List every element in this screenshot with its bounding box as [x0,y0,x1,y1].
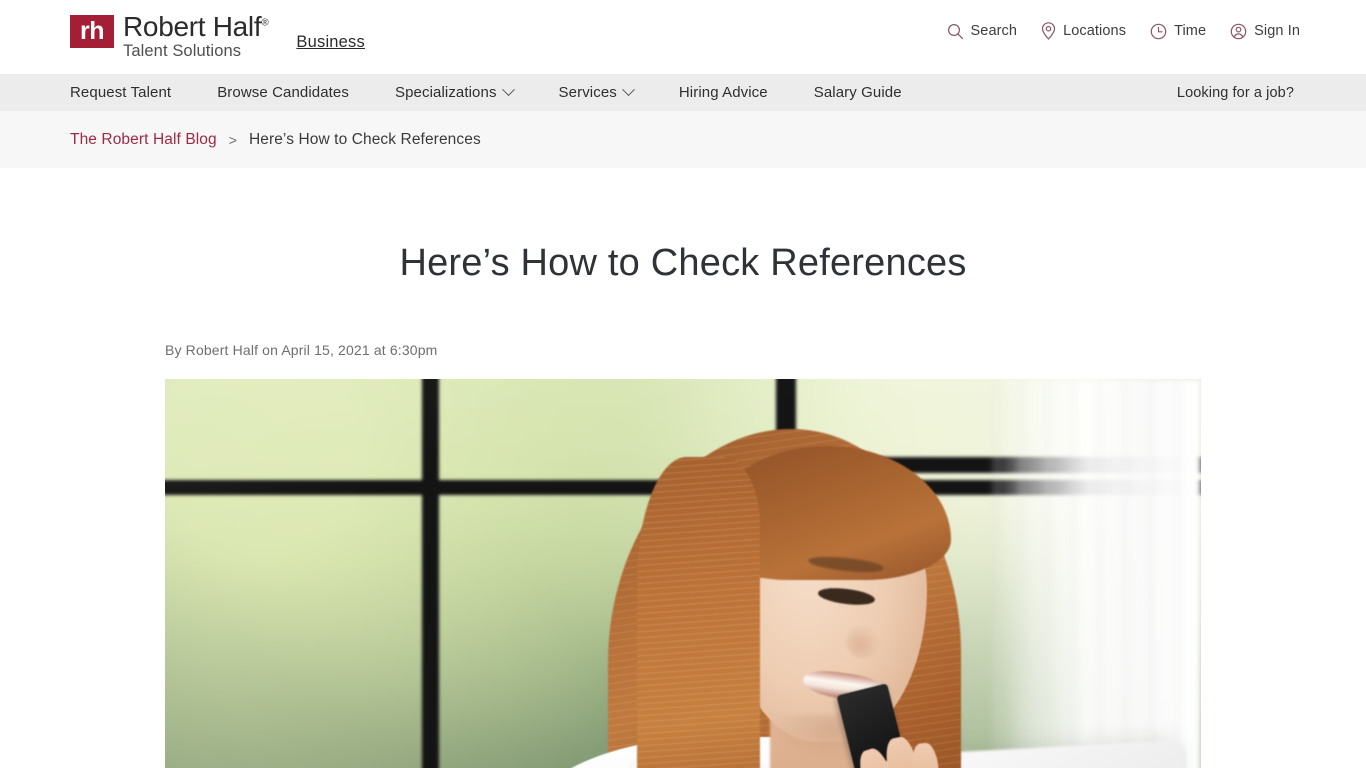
site-header: rh Robert Half® Talent Solutions Busines… [0,0,1366,74]
robert-half-logo[interactable]: rh Robert Half® Talent Solutions [70,10,269,62]
clock-icon [1150,23,1167,40]
logo-primary-text: Robert Half® [123,10,269,42]
breadcrumb-separator-icon: > [228,131,237,148]
article-byline: By Robert Half on April 15, 2021 at 6:30… [165,341,438,358]
search-icon [947,23,964,40]
nav-item-salary-guide[interactable]: Salary Guide [814,84,924,101]
user-circle-icon [1230,23,1247,40]
utility-link-time[interactable]: Time [1150,23,1206,40]
segment-link-business[interactable]: Business [296,33,365,52]
utility-label-sign-in: Sign In [1254,23,1300,39]
rh-logo-mark: rh [70,14,114,48]
nav-label-services: Services [558,84,617,101]
window-frame-vertical-left [421,378,439,768]
utility-link-locations[interactable]: Locations [1041,22,1126,40]
person-figure [512,379,1056,768]
nav-item-services[interactable]: Services [558,83,655,101]
logo-wordmark: Robert Half® Talent Solutions [123,10,269,62]
utility-nav: Search Locations Time Sign In [947,22,1300,40]
nav-label-browse-candidates: Browse Candidates [217,84,349,101]
breadcrumb-current-page: Here’s How to Check References [248,130,481,148]
utility-label-time: Time [1174,23,1207,39]
nav-label-salary-guide: Salary Guide [813,84,902,101]
breadcrumb: The Robert Half Blog > Here’s How to Che… [0,111,1366,168]
utility-link-search[interactable]: Search [947,23,1018,40]
utility-label-search: Search [970,23,1018,39]
nav-item-hiring-advice[interactable]: Hiring Advice [679,84,790,101]
main-navigation: Request Talent Browse Candidates Special… [0,74,1366,111]
nav-item-request-talent[interactable]: Request Talent [70,84,193,101]
page-title: Here’s How to Check References [399,242,967,284]
hero-photo-canvas [165,378,1201,768]
nav-label-hiring-advice: Hiring Advice [678,84,768,101]
article-hero-image [165,378,1201,768]
registered-trademark-icon: ® [261,17,269,29]
nav-item-specializations[interactable]: Specializations [394,83,535,101]
main-nav-list: Request Talent Browse Candidates Special… [70,83,924,101]
chevron-down-icon [501,83,515,97]
brand-block: rh Robert Half® Talent Solutions Busines… [70,10,365,62]
logo-primary-label: Robert Half [123,10,262,42]
nav-link-looking-for-a-job[interactable]: Looking for a job? [1177,85,1294,101]
chevron-down-icon [622,83,635,97]
hair-front-strands [636,456,761,768]
nav-label-request-talent: Request Talent [70,84,172,101]
nav-label-specializations: Specializations [394,84,497,101]
nav-item-browse-candidates[interactable]: Browse Candidates [217,84,371,101]
nose [846,624,880,659]
utility-label-locations: Locations [1063,23,1127,39]
location-pin-icon [1041,22,1056,40]
utility-link-sign-in[interactable]: Sign In [1230,23,1300,40]
logo-secondary-text: Talent Solutions [123,42,242,61]
article-main: Here’s How to Check References By Robert… [0,168,1366,768]
breadcrumb-link-blog[interactable]: The Robert Half Blog [70,131,217,149]
